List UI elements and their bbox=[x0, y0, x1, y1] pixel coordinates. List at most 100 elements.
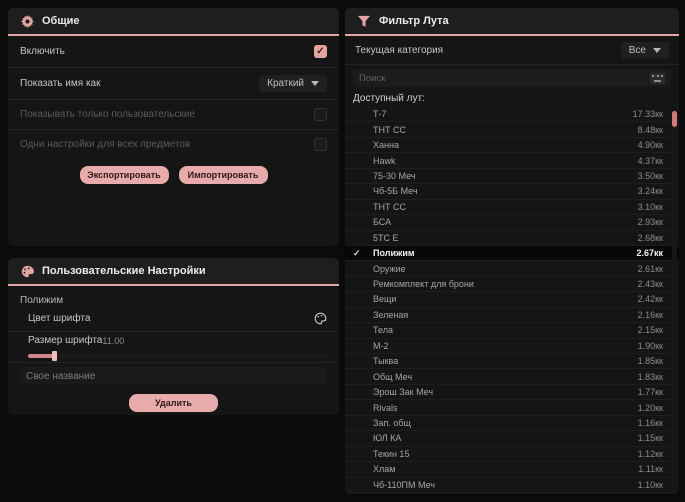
loot-item-value: 1.20кк bbox=[637, 402, 663, 413]
list-item[interactable]: ✓ Оружие 2.61кк bbox=[345, 261, 679, 277]
list-item[interactable]: ✓ Чб-5Б Меч 3.24кк bbox=[345, 184, 679, 200]
mod-config-screen: Общие Включить ✓ Показать имя как Кратки… bbox=[0, 0, 685, 502]
loot-item-value: 1.85кк bbox=[637, 356, 663, 367]
list-item[interactable]: ✓ БСА 2.93кк bbox=[345, 215, 679, 231]
loot-item-name: Эрош Зак Меч bbox=[373, 387, 434, 398]
slider-handle[interactable] bbox=[52, 350, 57, 361]
name-display-dropdown[interactable]: Краткий bbox=[259, 75, 327, 92]
loot-item-name: Общ Меч bbox=[373, 371, 413, 382]
loot-rows: ✓ Т-7 17.33кк ✓ ТНТ СС 8.48кк ✓ Ханна 4.… bbox=[345, 107, 679, 493]
loot-item-value: 2.67кк bbox=[636, 248, 663, 259]
list-item[interactable]: ✓ Зеленая 2.16кк bbox=[345, 308, 679, 324]
list-item[interactable]: ✓ Полижим 2.67кк bbox=[345, 245, 679, 262]
list-item[interactable]: ✓ ЮЛ КА 1.15кк bbox=[345, 431, 679, 447]
loot-item-value: 1.90кк bbox=[637, 340, 663, 351]
font-size-label: Размер шрифта bbox=[28, 335, 103, 346]
font-color-row: Цвет шрифта bbox=[8, 306, 339, 331]
list-item[interactable]: ✓ Эрош Зак Меч 1.77кк bbox=[345, 385, 679, 401]
chevron-down-icon bbox=[311, 81, 319, 86]
same-settings-checkbox[interactable] bbox=[314, 138, 327, 151]
font-size-row: Размер шрифта 11.00 bbox=[8, 332, 339, 349]
custom-settings-header: Пользовательские Настройки bbox=[8, 258, 339, 284]
category-value: Все bbox=[628, 44, 646, 56]
list-item[interactable]: ✓ Чб-110ПМ Меч 1.10кк bbox=[345, 478, 679, 493]
loot-item-name: ТНТ СС bbox=[373, 124, 406, 135]
check-icon: ✓ bbox=[353, 247, 361, 258]
keyboard-icon[interactable] bbox=[650, 72, 665, 84]
list-item[interactable]: ✓ Текин 15 1.12кк bbox=[345, 447, 679, 463]
custom-settings-panel: Пользовательские Настройки Полижим Цвет … bbox=[8, 258, 339, 415]
custom-name-input[interactable] bbox=[20, 367, 327, 385]
custom-name-row bbox=[8, 363, 339, 389]
font-color-label: Цвет шрифта bbox=[28, 313, 91, 324]
name-display-row: Показать имя как Краткий bbox=[8, 68, 339, 99]
available-loot-label: Доступный лут: bbox=[353, 92, 425, 104]
list-item[interactable]: ✓ М-2 1.90кк bbox=[345, 339, 679, 354]
loot-item-name: Вещи bbox=[373, 294, 397, 305]
delete-button[interactable]: Удалить bbox=[129, 394, 218, 412]
loot-list: ✓ Т-7 17.33кк ✓ ТНТ СС 8.48кк ✓ Ханна 4.… bbox=[345, 107, 679, 493]
list-item[interactable]: ✓ Тела 2.15кк bbox=[345, 323, 679, 339]
list-item[interactable]: ✓ Хлам 1.11кк bbox=[345, 462, 679, 478]
font-size-slider[interactable] bbox=[28, 350, 327, 361]
loot-item-value: 2.93кк bbox=[637, 217, 663, 228]
loot-item-value: 4.90кк bbox=[637, 140, 663, 151]
export-button[interactable]: Экспортировать bbox=[79, 166, 169, 184]
list-item[interactable]: ✓ 75-30 Меч 3.50кк bbox=[345, 169, 679, 185]
loot-item-name: 5ТС Е bbox=[373, 232, 399, 243]
gear-icon bbox=[20, 14, 34, 28]
loot-item-value: 1.77кк bbox=[637, 387, 663, 398]
same-settings-label: Одни настройки для всех предметов bbox=[20, 139, 191, 150]
import-button[interactable]: Импортировать bbox=[178, 166, 268, 184]
loot-item-value: 2.68кк bbox=[637, 232, 663, 243]
list-item[interactable]: ✓ Тыква 1.85кк bbox=[345, 354, 679, 370]
general-panel: Общие Включить ✓ Показать имя как Кратки… bbox=[8, 8, 339, 246]
list-item[interactable]: ✓ Т-7 17.33кк bbox=[345, 107, 679, 123]
list-item[interactable]: ✓ Hawk 4.37кк bbox=[345, 153, 679, 169]
list-item[interactable]: ✓ 5ТС Е 2.68кк bbox=[345, 231, 679, 246]
loot-item-name: БСА bbox=[373, 217, 392, 228]
show-only-custom-label: Показывать только пользовательские bbox=[20, 109, 195, 120]
scrollbar[interactable] bbox=[672, 109, 677, 491]
enable-checkbox[interactable]: ✓ bbox=[314, 45, 327, 58]
loot-item-name: М-2 bbox=[373, 340, 389, 351]
search-input[interactable] bbox=[359, 72, 650, 84]
loot-item-value: 2.16кк bbox=[637, 309, 663, 320]
loot-item-value: 2.15кк bbox=[637, 325, 663, 336]
loot-item-value: 3.24кк bbox=[637, 186, 663, 197]
category-dropdown[interactable]: Все bbox=[620, 41, 669, 59]
loot-item-name: Текин 15 bbox=[373, 448, 410, 459]
list-item[interactable]: ✓ Общ Меч 1.83кк bbox=[345, 369, 679, 385]
list-item[interactable]: ✓ Вещи 2.42кк bbox=[345, 292, 679, 308]
scrollbar-thumb[interactable] bbox=[672, 111, 677, 127]
loot-item-value: 4.37кк bbox=[637, 155, 663, 166]
loot-item-value: 1.16кк bbox=[637, 417, 663, 428]
funnel-icon bbox=[357, 14, 371, 28]
color-picker-icon[interactable] bbox=[313, 312, 327, 326]
loot-item-name: 75-30 Меч bbox=[373, 170, 416, 181]
show-only-custom-row: Показывать только пользовательские bbox=[8, 100, 339, 129]
chevron-down-icon bbox=[653, 47, 661, 53]
category-label: Текущая категория bbox=[355, 44, 444, 56]
list-item[interactable]: ✓ Ханна 4.90кк bbox=[345, 138, 679, 154]
general-panel-title: Общие bbox=[42, 15, 80, 27]
loot-item-name: Зап. общ bbox=[373, 417, 411, 428]
list-item[interactable]: ✓ Зап. общ 1.16кк bbox=[345, 416, 679, 432]
palette-icon bbox=[20, 264, 34, 278]
list-item[interactable]: ✓ Rivals 1.20кк bbox=[345, 400, 679, 416]
loot-item-name: ТНТ СС bbox=[373, 201, 406, 212]
name-display-label: Показать имя как bbox=[20, 78, 101, 89]
loot-item-name: Rivals bbox=[373, 402, 398, 413]
loot-item-value: 2.42кк bbox=[637, 294, 663, 305]
loot-item-value: 1.15кк bbox=[637, 433, 663, 444]
loot-item-value: 3.10кк bbox=[637, 201, 663, 212]
list-item[interactable]: ✓ Ремкомплект для брони 2.43кк bbox=[345, 277, 679, 293]
loot-item-value: 1.10кк bbox=[637, 479, 663, 490]
category-row: Текущая категория Все bbox=[345, 36, 679, 64]
loot-item-value: 2.61кк bbox=[637, 263, 663, 274]
loot-item-name: Полижим bbox=[373, 248, 415, 259]
show-only-custom-checkbox[interactable] bbox=[314, 108, 327, 121]
list-item[interactable]: ✓ ТНТ СС 8.48кк bbox=[345, 122, 679, 138]
font-size-slider-row bbox=[8, 349, 339, 362]
list-item[interactable]: ✓ ТНТ СС 3.10кк bbox=[345, 200, 679, 216]
